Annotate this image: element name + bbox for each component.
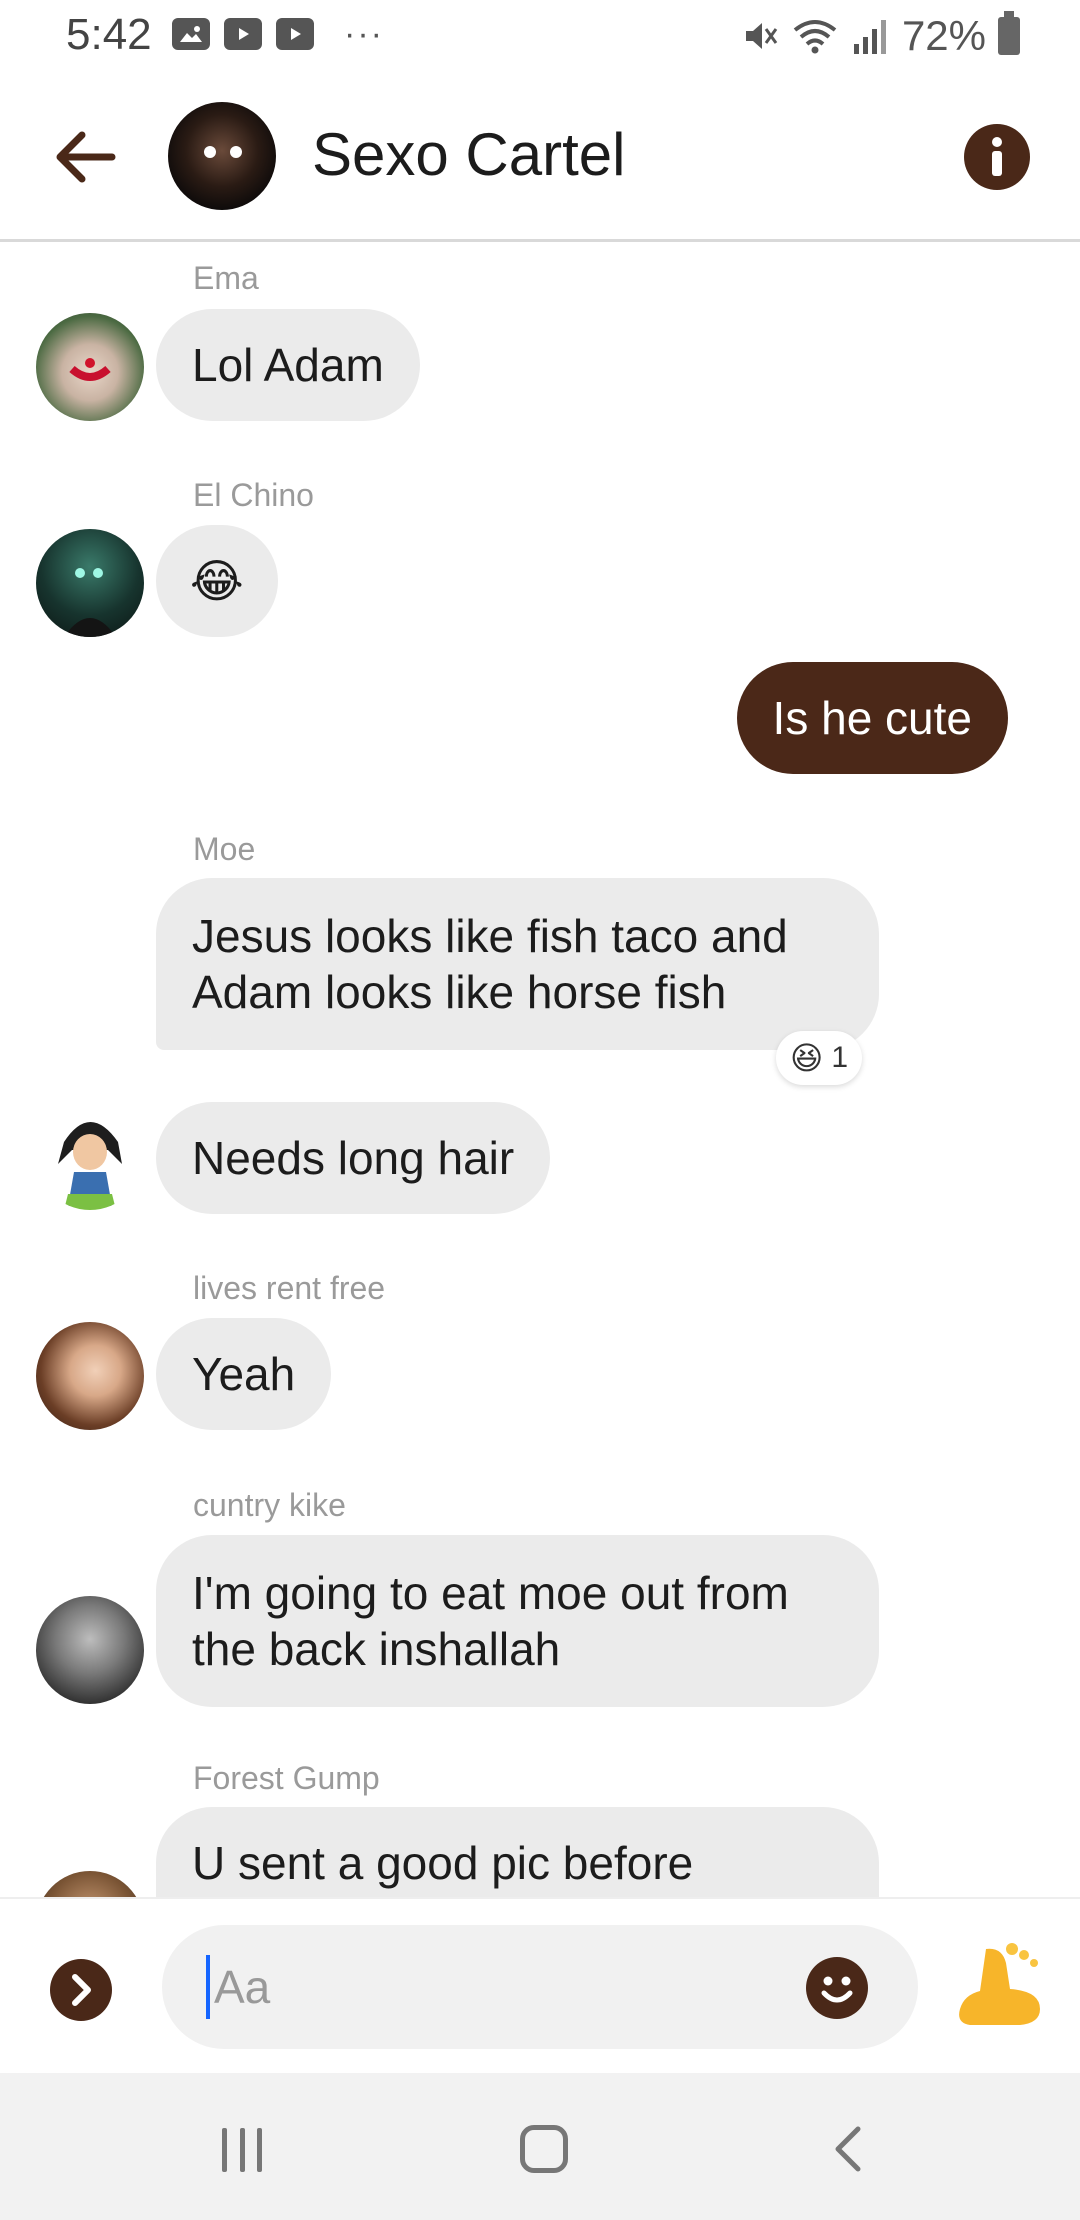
chevron-right-icon [72,1974,91,2006]
more-notifications-icon: ··· [344,15,384,53]
sender-name: Moe [193,831,256,867]
sender-name: Ema [193,260,259,296]
arrow-left-icon [56,131,116,183]
youtube-icon [224,18,262,50]
message-text-line: Jesus looks like fish taco and [192,910,788,962]
message-input-container[interactable] [162,1925,918,2049]
battery-icon [998,11,1020,55]
message-bubble[interactable]: Yeah [156,1318,332,1430]
message-bubble[interactable]: U sent a good pic before [156,1807,879,1897]
recent-apps-button[interactable] [222,2128,262,2172]
sender-name: cuntry kike [193,1487,346,1523]
info-icon [992,137,1002,176]
wifi-icon [793,20,837,54]
laughing-emoji-icon: 😂 [190,555,244,607]
avatar[interactable] [36,1871,144,1897]
avatar[interactable] [36,1596,144,1704]
message-bubble[interactable]: I'm going to eat moe out from the back i… [156,1535,879,1707]
home-button[interactable] [520,2125,568,2173]
avatar[interactable] [36,313,144,421]
sender-name: lives rent free [193,1270,386,1306]
reaction-emoji-icon: 😆 [790,1040,824,1076]
message-bubble[interactable]: Jesus looks like fish taco and Adam look… [156,878,879,1050]
system-navigation-bar [0,2073,1080,2220]
message-text: Needs long hair [192,1132,515,1184]
mute-icon [745,23,778,49]
back-button[interactable] [50,122,120,192]
message-text-line: Adam looks like horse fish [192,966,727,1018]
message-text: U sent a good pic before [192,1837,694,1889]
battery-percent: 72% [901,12,986,59]
message-bubble[interactable]: 😂 [156,525,278,637]
message-text-line: the back inshallah [192,1623,561,1675]
reaction-count: 1 [831,1041,849,1074]
message-bubble[interactable]: Lol Adam [156,309,420,421]
message-input[interactable] [206,1955,766,2019]
status-time: 5:42 [66,10,152,59]
quick-reaction-button[interactable] [950,1939,1046,2035]
signal-icon [853,20,886,54]
notification-icons: ··· [172,15,384,53]
smiley-icon [821,1976,853,2003]
chevron-left-icon [835,2126,861,2172]
emoji-button[interactable] [806,1957,868,2019]
message-text: Lol Adam [192,339,384,391]
foot-icon [959,1943,1040,2025]
outgoing-message-bubble[interactable]: Is he cute [736,662,1008,774]
info-button[interactable] [964,124,1030,190]
youtube-icon [276,18,314,50]
avatar[interactable] [36,1322,144,1430]
message-list[interactable]: Ema Lol Adam El Chino 😂 Is he cute Moe J… [0,245,1080,1897]
sender-name: Forest Gump [193,1760,380,1796]
composer-bar [0,1897,1080,2073]
conversation-title[interactable]: Sexo Cartel [312,120,625,189]
group-avatar[interactable] [168,102,276,210]
message-text: Yeah [192,1348,296,1400]
message-text-line: I'm going to eat moe out from [192,1567,789,1619]
status-bar: 5:42 ··· 72% [0,0,1080,72]
avatar[interactable] [36,1102,144,1210]
avatar[interactable] [36,529,144,637]
gallery-icon [172,18,210,50]
reaction-badge[interactable]: 😆 1 [776,1031,863,1085]
system-back-button[interactable] [826,2125,870,2173]
message-text: Is he cute [772,692,972,744]
conversation-header: Sexo Cartel [0,72,1080,242]
sender-name: El Chino [193,477,314,513]
message-bubble[interactable]: Needs long hair [156,1102,551,1214]
expand-actions-button[interactable] [50,1959,112,2021]
system-status: 72% [740,11,1020,60]
